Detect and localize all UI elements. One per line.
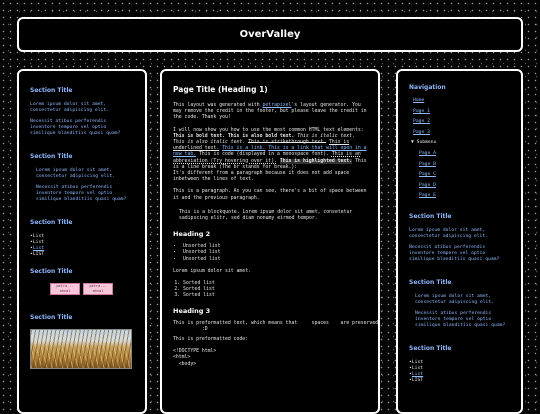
nav-item-page-a[interactable]: Page A bbox=[419, 151, 510, 157]
left-section-3: Section Title List List List LIST bbox=[30, 219, 134, 258]
list-item: Unsorted list bbox=[183, 257, 367, 263]
nav-item-home[interactable]: Home bbox=[413, 98, 510, 104]
blockquote: This is a blockquote. Lorem ipsum dolor … bbox=[179, 209, 353, 222]
text-link[interactable]: This is a link. bbox=[222, 146, 265, 151]
section-quote: Lorem ipsum dolor sit amet, consectetur … bbox=[415, 294, 495, 306]
sorted-list: Sorted list Sorted list Sorted list bbox=[173, 281, 367, 300]
right-section-2: Section Title Lorem ipsum dolor sit amet… bbox=[409, 279, 510, 329]
submenu-toggle[interactable]: ▼ Submenu bbox=[411, 140, 510, 146]
left-section-4: Section Title petra... ahvalpetra... ahv… bbox=[30, 268, 134, 302]
eighty-eight-button[interactable]: petra... ahval bbox=[83, 283, 113, 295]
unsorted-list: Unsorted list Unsorted list Unsorted lis… bbox=[173, 244, 367, 263]
section-title: Section Title bbox=[30, 219, 73, 226]
eighty-eight-button[interactable]: petra... ahval bbox=[50, 283, 80, 295]
section-quote: Necessit atibus perferendis inventore te… bbox=[36, 185, 127, 202]
right-sidebar: Navigation Home Page 1 Page 2 Page 3 ▼ S… bbox=[396, 69, 523, 414]
nav-item-page-e[interactable]: Page E bbox=[419, 193, 510, 199]
preformatted-text: This is preformatted text, which means t… bbox=[173, 320, 379, 332]
section-title: Section Title bbox=[30, 314, 73, 321]
section-quote: Necessit atibus perferendis inventore te… bbox=[415, 311, 506, 329]
nav-item-page-3[interactable]: Page 3 bbox=[413, 130, 510, 136]
section-quote: Lorem ipsum dolor sit amet, consectetur … bbox=[36, 168, 116, 179]
heading-2: Heading 2 bbox=[173, 230, 211, 239]
section-title: Section Title bbox=[30, 87, 73, 94]
paragraph: Lorem ipsum dolor sit amet. bbox=[173, 268, 251, 274]
right-section-3: Section Title List List List LIST bbox=[409, 345, 510, 384]
section-text: Necessit atibus perferendis inventore te… bbox=[30, 119, 121, 136]
list-item: LIST bbox=[409, 378, 510, 384]
left-section-2: Section Title Lorem ipsum dolor sit amet… bbox=[30, 153, 134, 203]
nav-item-page-c[interactable]: Page C bbox=[419, 172, 510, 178]
section-list: List List List LIST bbox=[30, 234, 134, 258]
list-item: Sorted list bbox=[183, 293, 367, 299]
section-title: Section Title bbox=[409, 279, 452, 287]
site-title: OverValley bbox=[239, 29, 301, 40]
left-sidebar: Section Title Lorem ipsum dolor sit amet… bbox=[17, 69, 147, 414]
nav-item-page-1[interactable]: Page 1 bbox=[413, 109, 510, 115]
paragraph: This is a paragraph. As you can see, the… bbox=[173, 189, 367, 201]
section-text: Necessit atibus perferendis inventore te… bbox=[409, 245, 500, 263]
navigation-menu: Home Page 1 Page 2 Page 3 ▼ Submenu Page… bbox=[409, 98, 510, 199]
heading-3: Heading 3 bbox=[173, 306, 211, 315]
credit-link[interactable]: petrapixel bbox=[263, 103, 292, 108]
main-content: Page Title (Heading 1) This layout was g… bbox=[160, 69, 380, 414]
paragraph: This is preformatted code: bbox=[173, 337, 249, 343]
paragraph: This layout was generated with petrapixe… bbox=[173, 103, 367, 121]
site-header: OverValley bbox=[17, 17, 523, 52]
section-list: List List List LIST bbox=[409, 360, 510, 384]
section-title: Section Title bbox=[409, 345, 452, 353]
page-title: Page Title (Heading 1) bbox=[173, 85, 268, 94]
section-title: Section Title bbox=[409, 213, 452, 221]
left-section-1: Section Title Lorem ipsum dolor sit amet… bbox=[30, 87, 134, 137]
section-title: Section Title bbox=[30, 268, 73, 275]
section-text: Lorem ipsum dolor sit amet, consectetur … bbox=[409, 228, 489, 240]
list-item: LIST bbox=[30, 252, 134, 258]
section-text: Lorem ipsum dolor sit amet, consectetur … bbox=[30, 102, 110, 113]
nav-item-page-b[interactable]: Page B bbox=[419, 162, 510, 168]
paragraph: I will now show you how to use the most … bbox=[173, 127, 367, 183]
section-title: Section Title bbox=[30, 153, 73, 160]
wheat-field-image bbox=[30, 329, 132, 369]
code-block: <!DOCTYPE html> <html> <body> bbox=[173, 349, 217, 367]
right-section-1: Section Title Lorem ipsum dolor sit amet… bbox=[409, 213, 510, 263]
nav-item-page-d[interactable]: Page D bbox=[419, 183, 510, 189]
navigation-title: Navigation bbox=[409, 84, 446, 91]
left-section-5: Section Title bbox=[30, 314, 134, 369]
nav-item-page-2[interactable]: Page 2 bbox=[413, 119, 510, 125]
button-row: petra... ahvalpetra... ahval bbox=[30, 283, 134, 302]
